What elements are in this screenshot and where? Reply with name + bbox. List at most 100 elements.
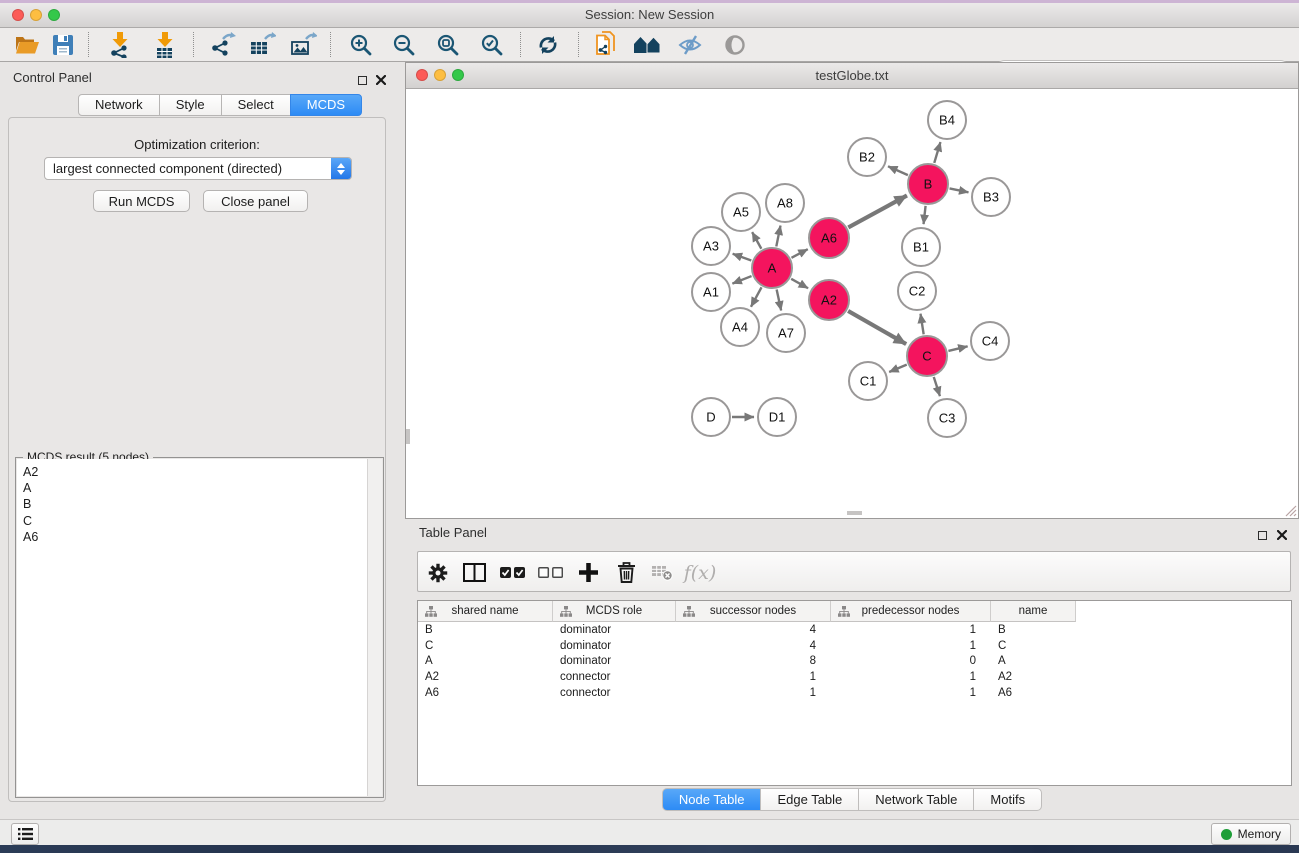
document-share-icon[interactable] [589,31,625,58]
table-row[interactable]: A2connector11A2 [418,669,1291,685]
graph-node-A5[interactable]: A5 [722,193,760,231]
table-row[interactable]: A6connector11A6 [418,685,1291,701]
zoom-selected-icon[interactable] [474,31,510,58]
result-item[interactable]: B [17,496,368,512]
graph-edge-A-A6[interactable] [791,249,807,258]
result-scrollbar[interactable] [367,459,382,796]
tab-mcds[interactable]: MCDS [290,94,362,116]
eye-slash-icon[interactable] [672,31,708,58]
float-panel-icon[interactable] [358,72,367,90]
import-network-icon[interactable] [102,31,138,58]
graph-node-A[interactable]: A [752,248,792,288]
zoom-in-icon[interactable] [343,31,379,58]
memory-button[interactable]: Memory [1211,823,1291,845]
tab-select[interactable]: Select [221,94,291,116]
function-builder-icon[interactable]: f(x) [680,559,720,586]
graph-edge-A6-B[interactable] [848,195,907,227]
tab-network-table[interactable]: Network Table [858,788,974,811]
graph-node-C3[interactable]: C3 [928,399,966,437]
graph-node-A6[interactable]: A6 [809,218,849,258]
clear-selection-checkboxes-icon[interactable] [535,559,565,586]
window-resize-grip[interactable] [1284,504,1297,517]
column-header-name[interactable]: name [991,601,1076,622]
graph-node-A2[interactable]: A2 [809,280,849,320]
split-columns-icon[interactable] [459,559,489,586]
close-panel-button[interactable]: Close panel [203,190,308,212]
graph-edge-C-C1[interactable] [889,365,907,372]
column-header-MCDS-role[interactable]: MCDS role [553,601,676,622]
graph-node-C2[interactable]: C2 [898,272,936,310]
graph-edge-A-A3[interactable] [733,254,752,261]
graph-edge-C-C4[interactable] [948,346,967,351]
delete-column-icon[interactable] [611,559,641,586]
houses-icon[interactable] [629,31,665,58]
float-table-panel-icon[interactable] [1258,527,1267,545]
graph-edge-B-B3[interactable] [950,188,969,192]
zoom-fit-icon[interactable] [430,31,466,58]
graph-node-D[interactable]: D [692,398,730,436]
export-image-icon[interactable] [285,31,321,58]
graph-node-C[interactable]: C [907,336,947,376]
graph-edge-B-B1[interactable] [924,206,926,224]
result-item[interactable]: A [17,480,368,496]
graph-edge-A-A4[interactable] [751,287,762,306]
refresh-icon[interactable] [530,31,566,58]
graph-edge-A-A7[interactable] [777,290,782,311]
tab-motifs[interactable]: Motifs [973,788,1042,811]
tab-node-table[interactable]: Node Table [662,788,762,811]
close-table-panel-icon[interactable] [1277,527,1287,545]
table-row[interactable]: Bdominator41B [418,622,1291,638]
mcds-result-list[interactable]: A2ABCA6 [17,459,368,796]
graph-edge-A-A5[interactable] [752,232,761,249]
graph-edge-A-A8[interactable] [776,226,780,247]
add-column-icon[interactable] [573,559,603,586]
export-table-icon[interactable] [244,31,280,58]
task-list-icon[interactable] [11,823,39,845]
close-panel-icon[interactable] [376,72,386,90]
graph-node-B3[interactable]: B3 [972,178,1010,216]
eye-icon[interactable] [717,31,753,58]
graph-node-A1[interactable]: A1 [692,273,730,311]
graph-edge-C-C2[interactable] [920,314,923,335]
graph-node-B2[interactable]: B2 [848,138,886,176]
save-session-icon[interactable] [45,31,81,58]
graph-node-A3[interactable]: A3 [692,227,730,265]
table-row[interactable]: Cdominator41C [418,638,1291,654]
settings-gear-icon[interactable] [423,559,453,586]
graph-node-C1[interactable]: C1 [849,362,887,400]
graph-node-B4[interactable]: B4 [928,101,966,139]
tab-style[interactable]: Style [159,94,222,116]
graph-edge-B-B4[interactable] [934,142,940,163]
network-left-gutter-handle[interactable] [406,429,410,444]
select-all-checkboxes-icon[interactable] [497,559,527,586]
graph-edge-A-A2[interactable] [791,279,808,288]
result-item[interactable]: A2 [17,464,368,480]
column-header-shared-name[interactable]: shared name [418,601,553,622]
tab-edge-table[interactable]: Edge Table [760,788,859,811]
column-header-predecessor-nodes[interactable]: predecessor nodes [831,601,991,622]
result-item[interactable]: C [17,513,368,529]
import-table-icon[interactable] [147,31,183,58]
graph-edge-A2-C[interactable] [848,311,906,344]
run-mcds-button[interactable]: Run MCDS [93,190,190,212]
graph-node-B[interactable]: B [908,164,948,204]
graph-node-A8[interactable]: A8 [766,184,804,222]
graph-edge-B-B2[interactable] [888,166,908,175]
graph-node-B1[interactable]: B1 [902,228,940,266]
column-header-successor-nodes[interactable]: successor nodes [676,601,831,622]
tab-network[interactable]: Network [78,94,160,116]
table-row[interactable]: Adominator80A [418,654,1291,670]
graph-node-D1[interactable]: D1 [758,398,796,436]
graph-node-A7[interactable]: A7 [767,314,805,352]
export-network-icon[interactable] [204,31,240,58]
graph-edge-A-A1[interactable] [732,276,751,284]
network-bottom-gutter-handle[interactable] [847,511,862,515]
zoom-out-icon[interactable] [386,31,422,58]
network-graph-canvas[interactable]: A A1 A2 A3 A4 A5 A6 A7 A8 B B1 B2 B3 B4 C C1 C2 C3 C4 D D1 [406,88,1297,518]
graph-edge-C-C3[interactable] [934,377,940,396]
graph-node-C4[interactable]: C4 [971,322,1009,360]
result-item[interactable]: A6 [17,529,368,545]
delete-table-icon[interactable] [647,559,677,586]
graph-node-A4[interactable]: A4 [721,308,759,346]
open-session-icon[interactable] [9,31,45,58]
